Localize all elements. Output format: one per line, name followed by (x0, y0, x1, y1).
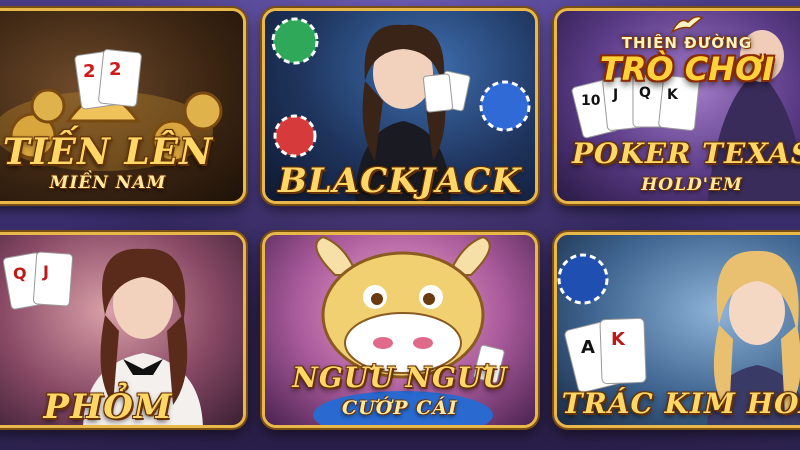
svg-text:K: K (611, 329, 626, 350)
game-subtitle: CƯỚP CÁI (342, 397, 458, 419)
svg-text:K: K (667, 87, 679, 103)
pegasus-icon (670, 15, 704, 34)
game-subtitle: HOLD'EM (641, 175, 743, 195)
game-subtitle: MIỀN NAM (49, 173, 167, 193)
svg-text:A: A (581, 337, 595, 358)
svg-text:10: 10 (581, 93, 601, 109)
game-card-nguu-nguu[interactable]: NGƯU NGƯU CƯỚP CÁI (262, 232, 538, 428)
game-title: TRÁC KIM HOA (561, 387, 800, 420)
svg-text:2: 2 (109, 59, 122, 80)
game-title: PHỎM (43, 387, 173, 427)
game-title: TIẾN LÊN (2, 131, 214, 173)
game-title: NGƯU NGƯU (292, 361, 508, 394)
game-card-tien-len[interactable]: 2 2 TIẾN LÊN MIỀN NAM (0, 8, 246, 204)
game-card-blackjack[interactable]: BLACKJACK (262, 8, 538, 204)
game-card-phom[interactable]: Q J PHỎM (0, 232, 246, 428)
game-lobby: 2 2 TIẾN LÊN MIỀN NAM BLACKJACK 10 J Q K… (0, 0, 800, 450)
game-title: BLACKJACK (278, 161, 522, 201)
logo-main-text: TRÒ CHƠI (599, 50, 775, 88)
game-title: POKER TEXAS (572, 137, 800, 170)
svg-text:2: 2 (83, 61, 96, 82)
game-card-trac-kim-hoa[interactable]: A K TRÁC KIM HOA (554, 232, 800, 428)
svg-text:J: J (42, 262, 49, 281)
svg-text:Q: Q (13, 264, 27, 283)
site-logo: THIÊN ĐƯỜNG TRÒ CHƠI (592, 12, 782, 86)
svg-text:J: J (612, 87, 618, 103)
